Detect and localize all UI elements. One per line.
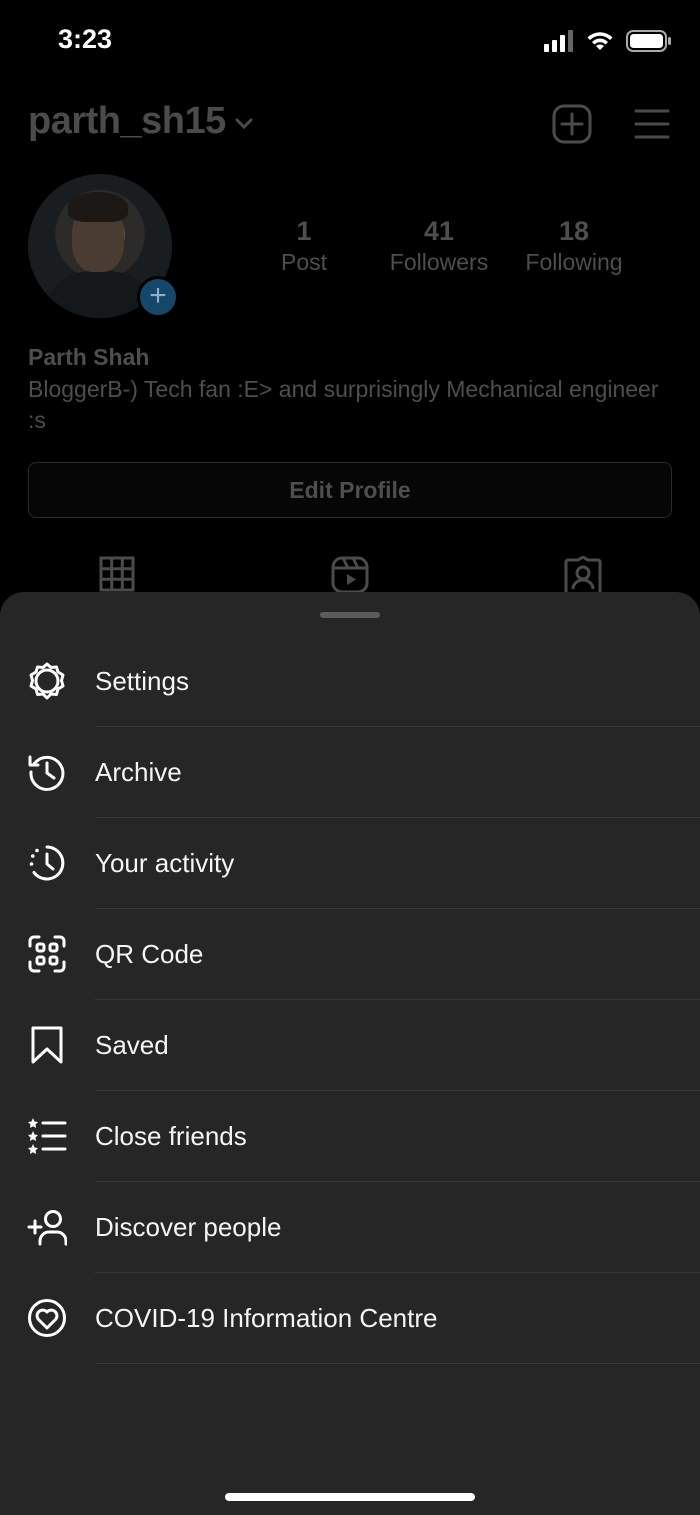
menu-item-archive[interactable]: Archive — [0, 727, 700, 818]
profile-username: parth_sh15 — [28, 100, 226, 142]
menu-hamburger-icon[interactable] — [634, 108, 670, 140]
stat-value: 1 — [296, 216, 312, 246]
menu-item-covid-info[interactable]: COVID-19 Information Centre — [0, 1273, 700, 1364]
menu-item-label: QR Code — [95, 939, 204, 969]
stat-label: Followers — [389, 249, 489, 275]
menu-item-label: Your activity — [95, 848, 235, 878]
menu-item-qr-code[interactable]: QR Code — [0, 909, 700, 1000]
menu-item-saved[interactable]: Saved — [0, 1000, 700, 1091]
menu-item-label: COVID-19 Information Centre — [95, 1303, 438, 1333]
options-bottom-sheet: Settings Archive Your activity QR Code S… — [0, 592, 700, 1515]
status-bar: 3:23 — [0, 0, 700, 86]
qr-code-icon — [28, 935, 66, 973]
profile-page: parth_sh15 + 1 Post 41 Followers 18 Foll… — [0, 86, 700, 606]
bookmark-icon — [31, 1026, 63, 1064]
menu-item-close-friends[interactable]: Close friends — [0, 1091, 700, 1182]
stat-posts[interactable]: 1 Post — [239, 216, 369, 276]
stat-label: Post — [280, 249, 328, 275]
chevron-down-icon — [235, 118, 253, 129]
account-switcher[interactable]: parth_sh15 — [28, 100, 254, 143]
grid-icon[interactable] — [99, 556, 135, 592]
menu-item-label: Settings — [95, 666, 189, 696]
status-icons — [544, 30, 672, 52]
options-menu: Settings Archive Your activity QR Code S… — [0, 636, 700, 1364]
covid-heart-icon — [28, 1299, 66, 1337]
reels-icon[interactable] — [331, 556, 369, 594]
stat-followers[interactable]: 41 Followers — [374, 216, 504, 276]
new-post-icon[interactable] — [552, 104, 592, 144]
profile-bio: BloggerB-) Tech fan :E> and surprisingly… — [28, 376, 659, 433]
close-friends-list-icon — [28, 1118, 67, 1154]
profile-full-name: Parth Shah — [28, 344, 150, 370]
settings-gear-icon — [29, 662, 65, 700]
stat-value: 41 — [423, 216, 455, 246]
menu-item-your-activity[interactable]: Your activity — [0, 818, 700, 909]
menu-item-label: Discover people — [95, 1212, 282, 1242]
add-person-icon — [27, 1210, 67, 1246]
stat-value: 18 — [558, 216, 590, 246]
edit-profile-button[interactable]: Edit Profile — [28, 462, 672, 518]
battery-icon — [626, 30, 671, 52]
activity-clock-icon — [29, 845, 65, 881]
menu-item-discover-people[interactable]: Discover people — [0, 1182, 700, 1273]
wifi-icon — [587, 32, 613, 50]
divider — [95, 1363, 700, 1364]
tagged-icon[interactable] — [564, 556, 602, 596]
sheet-grabber-handle[interactable] — [320, 612, 380, 618]
status-time: 3:23 — [58, 24, 113, 54]
menu-item-settings[interactable]: Settings — [0, 636, 700, 727]
cellular-signal-icon — [544, 30, 573, 52]
add-story-icon[interactable]: + — [137, 276, 179, 318]
stat-label: Following — [525, 249, 623, 275]
home-indicator[interactable] — [225, 1493, 475, 1501]
menu-item-label: Close friends — [95, 1121, 247, 1151]
menu-item-label: Saved — [95, 1030, 169, 1060]
menu-item-label: Archive — [95, 757, 182, 787]
archive-history-icon — [28, 755, 65, 791]
stat-following[interactable]: 18 Following — [509, 216, 639, 276]
